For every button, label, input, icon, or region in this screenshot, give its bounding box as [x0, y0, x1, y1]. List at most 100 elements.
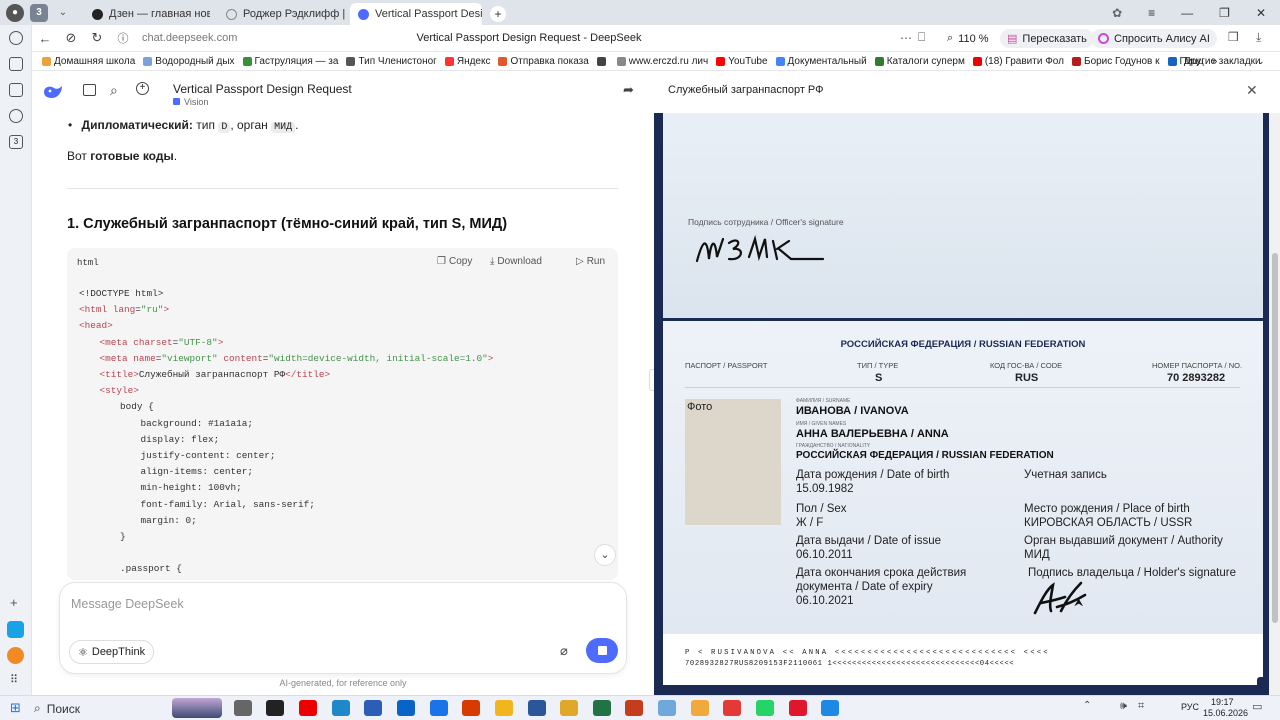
minimize-icon[interactable]: —	[1181, 6, 1193, 20]
stop-button[interactable]	[586, 638, 618, 663]
tabs-menu-chevron-icon[interactable]: ⌄	[54, 4, 72, 22]
attach-icon[interactable]: ⌀	[560, 643, 568, 659]
bookmark-item[interactable]: YouTube	[712, 56, 771, 67]
tray-chevron-icon[interactable]: ⌃	[1083, 700, 1091, 711]
bookmarks-list: Домашняя школа Водородный дых Гаструляция …	[38, 56, 1208, 67]
taskbar-search[interactable]: ⌕ Поиск	[34, 699, 184, 718]
copilot-icon[interactable]	[266, 700, 284, 716]
menu-icon[interactable]: ≡	[1148, 6, 1155, 20]
search-icon[interactable]: ⌕	[110, 82, 118, 99]
stop-icon	[597, 646, 607, 655]
play-icon[interactable]	[9, 109, 23, 123]
installer-icon[interactable]	[364, 700, 382, 716]
tab-deepseek[interactable]: Vertical Passport Desig ✕	[350, 3, 482, 25]
extensions-icon[interactable]: ✿	[1112, 6, 1122, 20]
bookmark-icon[interactable]: ⎕	[918, 30, 925, 45]
new-tab-button[interactable]: +	[490, 5, 506, 22]
retell-button[interactable]: ▤ Пересказать	[1000, 29, 1094, 48]
word-icon[interactable]	[528, 700, 546, 716]
tab-radcliffe[interactable]: Роджер Рэдклифф | Disn	[218, 3, 346, 25]
apps-grid-icon[interactable]: ⠿	[10, 673, 18, 686]
outlook-icon[interactable]	[397, 700, 415, 716]
network-icon[interactable]: ⌗	[1138, 700, 1144, 713]
whatsapp-icon[interactable]	[756, 700, 774, 716]
history-icon[interactable]	[9, 31, 23, 45]
bookmark-item[interactable]: Каталоги суперм	[871, 56, 969, 67]
bookmark-item[interactable]: Документальный	[772, 56, 871, 67]
taskbar-widget-image[interactable]	[172, 698, 222, 718]
profile-avatar-icon[interactable]: ●	[6, 3, 24, 22]
new-chat-icon[interactable]: +	[136, 82, 149, 95]
volume-icon[interactable]: 🕪	[1120, 700, 1127, 713]
counter-icon[interactable]: 3	[9, 135, 23, 149]
opera-icon[interactable]	[789, 700, 807, 716]
tab-count-badge[interactable]: 3	[30, 3, 48, 22]
scroll-down-button[interactable]: ⌄	[594, 544, 616, 566]
preview-scrollbar[interactable]	[1269, 113, 1280, 695]
bookmark-item[interactable]: Водородный дых	[139, 56, 238, 67]
record-label: Учетная запись	[1024, 469, 1107, 481]
deepthink-toggle[interactable]: ⚛ DeepThink	[69, 640, 155, 664]
bookmark-item[interactable]: Борис Годунов к	[1068, 56, 1164, 67]
tab-dzen[interactable]: Дзен — главная новостн	[84, 3, 210, 25]
copy-button[interactable]: ❐ Copy	[437, 256, 472, 267]
run-button[interactable]: ▷ Run	[576, 256, 605, 267]
notifications-icon[interactable]: ▭	[1252, 700, 1262, 713]
photos-icon[interactable]	[821, 700, 839, 716]
market-sidebar-icon[interactable]	[7, 647, 24, 664]
bookmark-item[interactable]: www.erczd.ru лич	[613, 56, 712, 67]
inline-code: МИД	[271, 122, 296, 133]
bookmark-item[interactable]: (18) Гравити Фол	[969, 56, 1068, 67]
download-button[interactable]: ⤓ Download	[490, 256, 542, 267]
close-preview-icon[interactable]: ✕	[1246, 82, 1258, 99]
add-panel-icon[interactable]: +	[10, 595, 18, 610]
chrome-icon[interactable]	[691, 700, 709, 716]
explorer-icon[interactable]	[495, 700, 513, 716]
officer-signature	[695, 234, 825, 263]
deepseek-logo-icon[interactable]	[42, 83, 64, 104]
explorer2-icon[interactable]	[560, 700, 578, 716]
code-token: <html	[79, 304, 108, 316]
code-line: align-items: center;	[141, 466, 254, 477]
zoom-control[interactable]: ⌕ 110 %	[940, 29, 996, 48]
restore-icon[interactable]: ❐	[1219, 6, 1230, 20]
gallery-icon[interactable]	[9, 57, 23, 71]
share-icon[interactable]: ➦	[623, 82, 634, 98]
ask-alice-button[interactable]: Спросить Алису AI	[1091, 29, 1217, 48]
bookmark-item[interactable]: Яндекс	[441, 56, 495, 67]
bookmark-item[interactable]: Гаструляция — за	[239, 56, 343, 67]
more-options-icon[interactable]: ⋯	[900, 31, 912, 45]
bookmark-item[interactable]: Отправка показа	[494, 56, 592, 67]
bookmark-item[interactable]: Домашняя школа	[38, 56, 139, 67]
excel-icon[interactable]	[593, 700, 611, 716]
clock-date[interactable]: 15.06.2026	[1203, 708, 1248, 718]
yandex-icon[interactable]	[723, 700, 741, 716]
office-icon[interactable]	[462, 700, 480, 716]
collections-icon[interactable]: ❒	[1228, 30, 1239, 44]
message-input[interactable]: Message DeepSeek	[71, 597, 184, 611]
clock-time[interactable]: 19:17	[1211, 697, 1234, 707]
language-indicator[interactable]: РУС	[1181, 702, 1199, 712]
close-window-icon[interactable]: ✕	[1256, 6, 1266, 20]
task-view-icon[interactable]	[234, 700, 252, 716]
sidebar-toggle-icon[interactable]	[83, 84, 96, 96]
alice-sidebar-icon[interactable]	[7, 621, 24, 638]
bookmark-favicon-icon	[874, 56, 884, 66]
bullet-text: , орган	[230, 118, 268, 132]
nationality-value: РОССИЙСКАЯ ФЕДЕРАЦИЯ / RUSSIAN FEDERATIO…	[796, 450, 1054, 461]
bookmark-item[interactable]: Тип Членистоног	[342, 56, 440, 67]
youtube-icon[interactable]	[299, 700, 317, 716]
start-windows-icon[interactable]: ⊞	[10, 700, 21, 716]
download-icon[interactable]: ⤓	[1256, 30, 1261, 45]
powerpoint-icon[interactable]	[625, 700, 643, 716]
mail-icon[interactable]	[430, 700, 448, 716]
bookmarks-menu-chevron-icon[interactable]: ⌄	[1257, 56, 1265, 67]
notes-icon[interactable]	[9, 83, 23, 97]
bookmark-item[interactable]	[593, 56, 613, 66]
notepad-icon[interactable]	[658, 700, 676, 716]
code-token: "viewport"	[161, 352, 218, 364]
scrollbar-thumb[interactable]	[1272, 253, 1278, 623]
edge-icon[interactable]	[332, 700, 350, 716]
bullet-item: • Дипломатический: тип D, орган МИД.	[68, 118, 298, 133]
other-bookmarks[interactable]: Другие закладки	[1180, 56, 1265, 67]
